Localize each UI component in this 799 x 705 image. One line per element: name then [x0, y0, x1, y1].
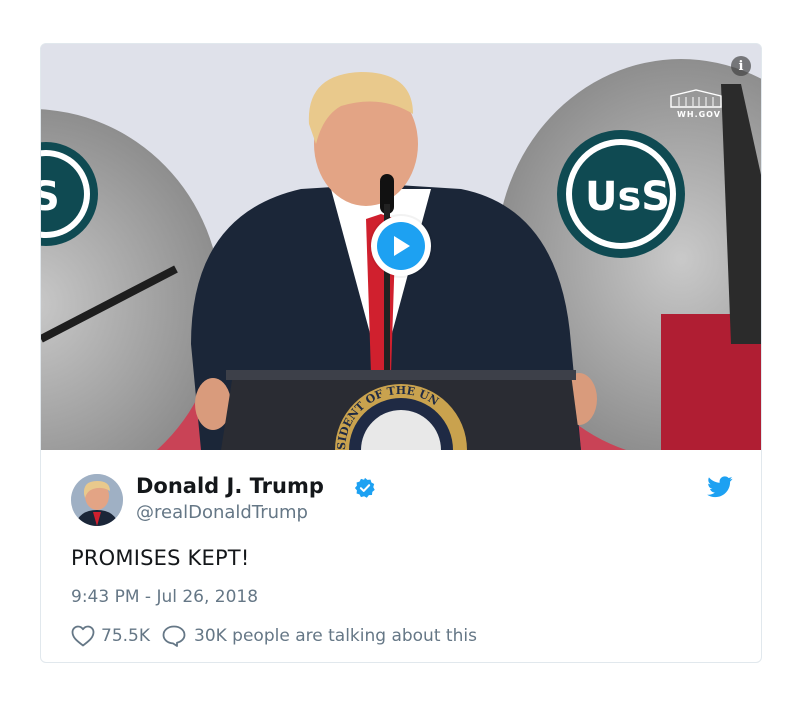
comment-bubble-icon: [162, 625, 186, 647]
conversation-text: 30K people are talking about this: [194, 626, 477, 646]
like-count: 75.5K: [101, 626, 150, 646]
white-house-icon: [670, 89, 722, 108]
twitter-bird-icon[interactable]: [707, 476, 733, 498]
tweet-timestamp[interactable]: 9:43 PM - Jul 26, 2018: [71, 587, 258, 607]
tweet-text: PROMISES KEPT!: [71, 546, 250, 570]
author-handle[interactable]: @realDonaldTrump: [136, 502, 308, 523]
white-house-watermark: WH.GOV: [669, 88, 729, 119]
video-media[interactable]: S UsS: [41, 44, 761, 450]
tweet-body: Donald J. Trump @realDonaldTrump PROMISE…: [41, 450, 761, 662]
play-button[interactable]: [371, 216, 431, 276]
verified-badge-icon: [354, 477, 375, 498]
author-name[interactable]: Donald J. Trump: [136, 474, 324, 498]
svg-text:S: S: [41, 174, 60, 220]
svg-text:UsS: UsS: [585, 174, 670, 220]
avatar[interactable]: [71, 474, 123, 526]
embedded-tweet-card[interactable]: S UsS: [40, 43, 762, 663]
like-button[interactable]: 75.5K: [71, 625, 150, 647]
watermark-text: WH.GOV: [677, 110, 721, 119]
tweet-actions: 75.5K 30K people are talking about this: [71, 625, 477, 647]
info-icon[interactable]: i: [731, 56, 751, 76]
conversation-link[interactable]: 30K people are talking about this: [162, 625, 477, 647]
play-icon: [377, 222, 425, 270]
heart-icon: [71, 625, 95, 647]
